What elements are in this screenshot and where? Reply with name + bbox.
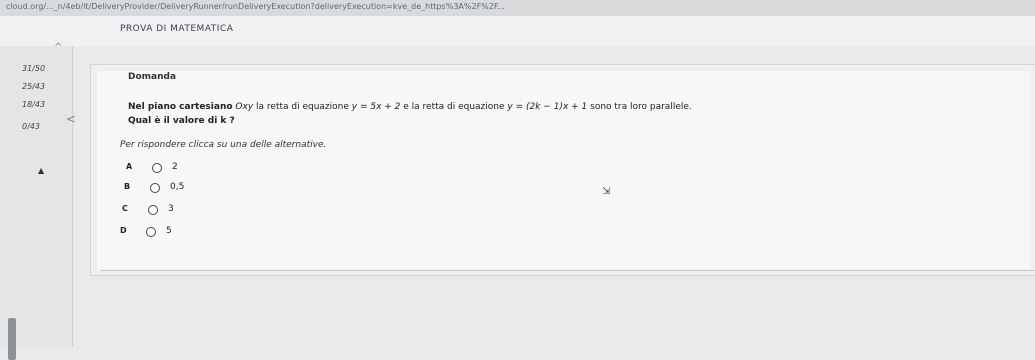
card-divider	[100, 270, 1035, 271]
sidebar-item-progress-2[interactable]: 25/43	[22, 82, 45, 91]
option-b-letter: B	[124, 182, 131, 191]
option-a-value[interactable]: 2	[172, 162, 178, 172]
option-c-letter: C	[122, 204, 128, 213]
option-c-radio[interactable]	[148, 205, 158, 215]
axes-label: Oxy	[235, 102, 254, 112]
option-d-letter: D	[120, 226, 127, 235]
question-text-1: la retta di equazione	[253, 102, 352, 112]
option-c-value[interactable]: 3	[168, 204, 174, 214]
question-prompt: Qual è il valore di k ?	[128, 116, 235, 126]
url-text[interactable]: cloud.org/..._n/4eb/it/DeliveryProvider/…	[6, 2, 505, 11]
sidebar-item-progress-1[interactable]: 31/50	[22, 64, 45, 73]
sidebar-item-progress-3[interactable]: 18/43	[22, 100, 45, 109]
scrollbar-thumb[interactable]	[8, 318, 16, 360]
equation-1: y = 5x + 2	[351, 102, 401, 112]
option-b-value[interactable]: 0,5	[170, 182, 184, 192]
question-text-3: sono tra loro parallele.	[587, 102, 692, 112]
progress-sidebar	[0, 46, 73, 346]
equation-2: y = (2k − 1)x + 1	[507, 102, 588, 112]
question-heading: Domanda	[128, 72, 177, 82]
question-card	[90, 64, 1035, 276]
chevron-left-icon[interactable]: <	[66, 112, 76, 126]
option-b-radio[interactable]	[150, 183, 160, 193]
question-text: Nel piano cartesiano Oxy la retta di equ…	[128, 102, 692, 112]
exam-title: PROVA DI MATEMATICA	[120, 24, 234, 34]
option-a-radio[interactable]	[152, 163, 162, 173]
chevron-up-icon[interactable]: ^	[54, 42, 62, 53]
option-d-radio[interactable]	[146, 227, 156, 237]
triangle-up-icon[interactable]: ▲	[38, 166, 44, 175]
sidebar-item-progress-4[interactable]: 0/43	[22, 122, 40, 131]
instruction-text: Per rispondere clicca su una delle alter…	[120, 140, 327, 150]
browser-url-bar[interactable]: cloud.org/..._n/4eb/it/DeliveryProvider/…	[0, 0, 1035, 17]
option-a-letter: A	[126, 162, 133, 171]
question-lead: Nel piano cartesiano	[128, 102, 233, 112]
option-d-value[interactable]: 5	[166, 226, 172, 236]
question-text-2: e la retta di equazione	[400, 102, 508, 112]
mouse-cursor-icon: ⇲	[602, 186, 611, 197]
